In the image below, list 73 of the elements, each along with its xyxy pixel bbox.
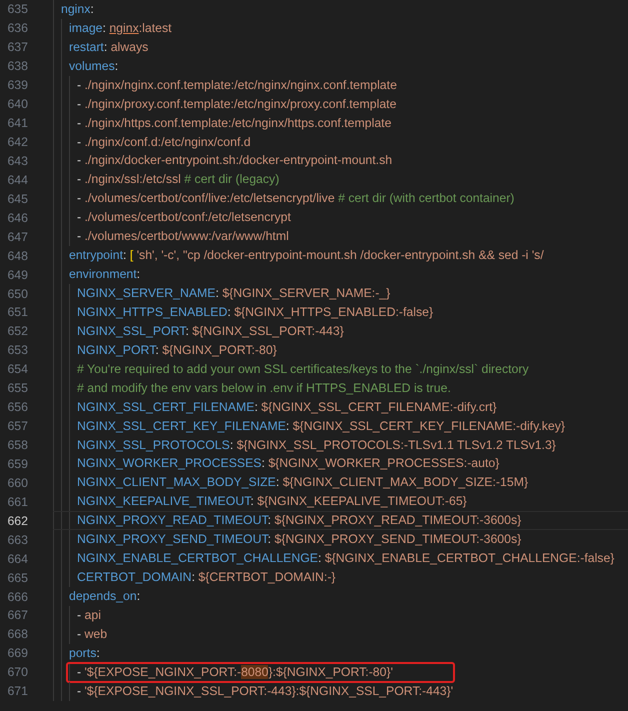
code-line: - ./nginx/https.conf.template:/etc/nginx/https.conf.template — [77, 114, 392, 132]
code-line: CERTBOT_DOMAIN: ${CERTBOT_DOMAIN:-} — [77, 569, 336, 586]
line-number: 660 — [6, 474, 28, 492]
line-number: 635 — [6, 1, 28, 18]
line-number: 647 — [6, 228, 28, 246]
line-number: 667 — [6, 607, 28, 624]
code-line: depends_on: — [69, 588, 140, 606]
line-number: 670 — [6, 664, 28, 682]
code-line: - web — [77, 626, 108, 643]
line-number: 644 — [6, 172, 28, 189]
line-number: 652 — [6, 323, 28, 340]
code-line: # You're required to add your own SSL certificates/keys to the `./nginx/ssl` directory — [77, 360, 529, 378]
line-number: 640 — [6, 96, 28, 114]
code-line: image: nginx:latest — [69, 20, 172, 37]
code-line: NGINX_HTTPS_ENABLED: ${NGINX_HTTPS_ENABLED:-false} — [77, 304, 434, 321]
code-line: NGINX_ENABLE_CERTBOT_CHALLENGE: ${NGINX_ENABLE_CERTBOT_CHALLENGE:-false} — [77, 550, 614, 568]
line-number: 637 — [6, 39, 28, 56]
line-number: 639 — [6, 77, 28, 94]
line-number: 650 — [6, 286, 28, 303]
code-line: environment: — [69, 266, 140, 284]
line-number: 664 — [6, 550, 28, 568]
line-number: 646 — [6, 210, 28, 227]
line-number: 669 — [6, 645, 28, 662]
line-number: 643 — [6, 152, 28, 170]
line-number: 638 — [6, 58, 28, 76]
line-number: 668 — [6, 626, 28, 644]
code-line: - ./nginx/ssl:/etc/ssl # cert dir (legacy) — [77, 171, 280, 188]
code-line: - ./nginx/docker-entrypoint.sh:/docker-entrypoint-mount.sh — [77, 152, 392, 170]
line-number: 661 — [6, 494, 28, 511]
code-line: - ./volumes/certbot/conf/live:/etc/letsencrypt/live # cert dir (with certbot container) — [77, 190, 514, 208]
line-number: 649 — [6, 266, 28, 284]
line-number: 665 — [6, 570, 28, 587]
line-number: 648 — [6, 248, 28, 265]
code-line: nginx: — [61, 0, 94, 18]
code-line: NGINX_WORKER_PROCESSES: ${NGINX_WORKER_PROCESSES:-auto} — [77, 455, 500, 472]
line-number: 657 — [6, 418, 28, 436]
code-line: - ./nginx/conf.d:/etc/nginx/conf.d — [77, 134, 251, 151]
line-number: 641 — [6, 115, 28, 132]
line-number: 662 — [6, 512, 28, 530]
line-number: 659 — [6, 456, 28, 473]
line-number: 653 — [6, 342, 28, 360]
line-number: 656 — [6, 399, 28, 416]
code-line: - ./nginx/proxy.conf.template:/etc/nginx/proxy.conf.template — [77, 96, 396, 113]
line-number: 642 — [6, 134, 28, 152]
line-number: 658 — [6, 437, 28, 454]
line-number: 645 — [6, 190, 28, 208]
line-number: 654 — [6, 361, 28, 378]
code-line: NGINX_KEEPALIVE_TIMEOUT: ${NGINX_KEEPALIVE_TIMEOUT:-65} — [77, 493, 467, 510]
code-line: ports: — [69, 644, 100, 662]
line-number: 666 — [6, 588, 28, 606]
code-line: restart: always — [69, 38, 148, 56]
line-number: 655 — [6, 380, 28, 398]
code-line: # and modify the env vars below in .env if HTTPS_ENABLED is true. — [77, 380, 451, 397]
code-line: - '${EXPOSE_NGINX_SSL_PORT:-443}:${NGINX_SSL_PORT:-443}' — [77, 682, 454, 700]
code-line: NGINX_PROXY_SEND_TIMEOUT: ${NGINX_PROXY_SEND_TIMEOUT:-3600s} — [77, 531, 522, 548]
code-line: NGINX_SERVER_NAME: ${NGINX_SERVER_NAME:-_} — [77, 285, 390, 302]
code-line: NGINX_SSL_PORT: ${NGINX_SSL_PORT:-443} — [77, 322, 344, 340]
code-line: NGINX_PROXY_READ_TIMEOUT: ${NGINX_PROXY_READ_TIMEOUT:-3600s} — [77, 512, 522, 530]
line-number: 636 — [6, 20, 28, 38]
code-line: volumes: — [69, 58, 118, 75]
code-line: - api — [77, 606, 101, 624]
code-line: NGINX_PORT: ${NGINX_PORT:-80} — [77, 342, 277, 359]
code-line: - ./volumes/certbot/www:/var/www/html — [77, 228, 289, 246]
code-line: NGINX_SSL_CERT_FILENAME: ${NGINX_SSL_CERT_FILENAME:-dify.crt} — [77, 398, 497, 416]
code-line: NGINX_SSL_PROTOCOLS: ${NGINX_SSL_PROTOCOLS:-TLSv1.1 TLSv1.2 TLSv1.3} — [77, 436, 556, 454]
code-line: - ./volumes/certbot/conf:/etc/letsencrypt — [77, 209, 291, 226]
code-line: entrypoint: [ 'sh', '-c', "cp /docker-entrypoint-mount.sh /docker-entrypoint.sh && sed -i 's/ — [69, 247, 544, 264]
code-line: - ./nginx/nginx.conf.template:/etc/nginx/nginx.conf.template — [77, 76, 397, 94]
code-line: NGINX_SSL_CERT_KEY_FILENAME: ${NGINX_SSL_CERT_KEY_FILENAME:-dify.key} — [77, 418, 565, 435]
line-number: 651 — [6, 304, 28, 322]
line-number: 663 — [6, 532, 28, 549]
code-line: NGINX_CLIENT_MAX_BODY_SIZE: ${NGINX_CLIENT_MAX_BODY_SIZE:-15M} — [77, 474, 528, 492]
line-number: 671 — [6, 683, 28, 700]
